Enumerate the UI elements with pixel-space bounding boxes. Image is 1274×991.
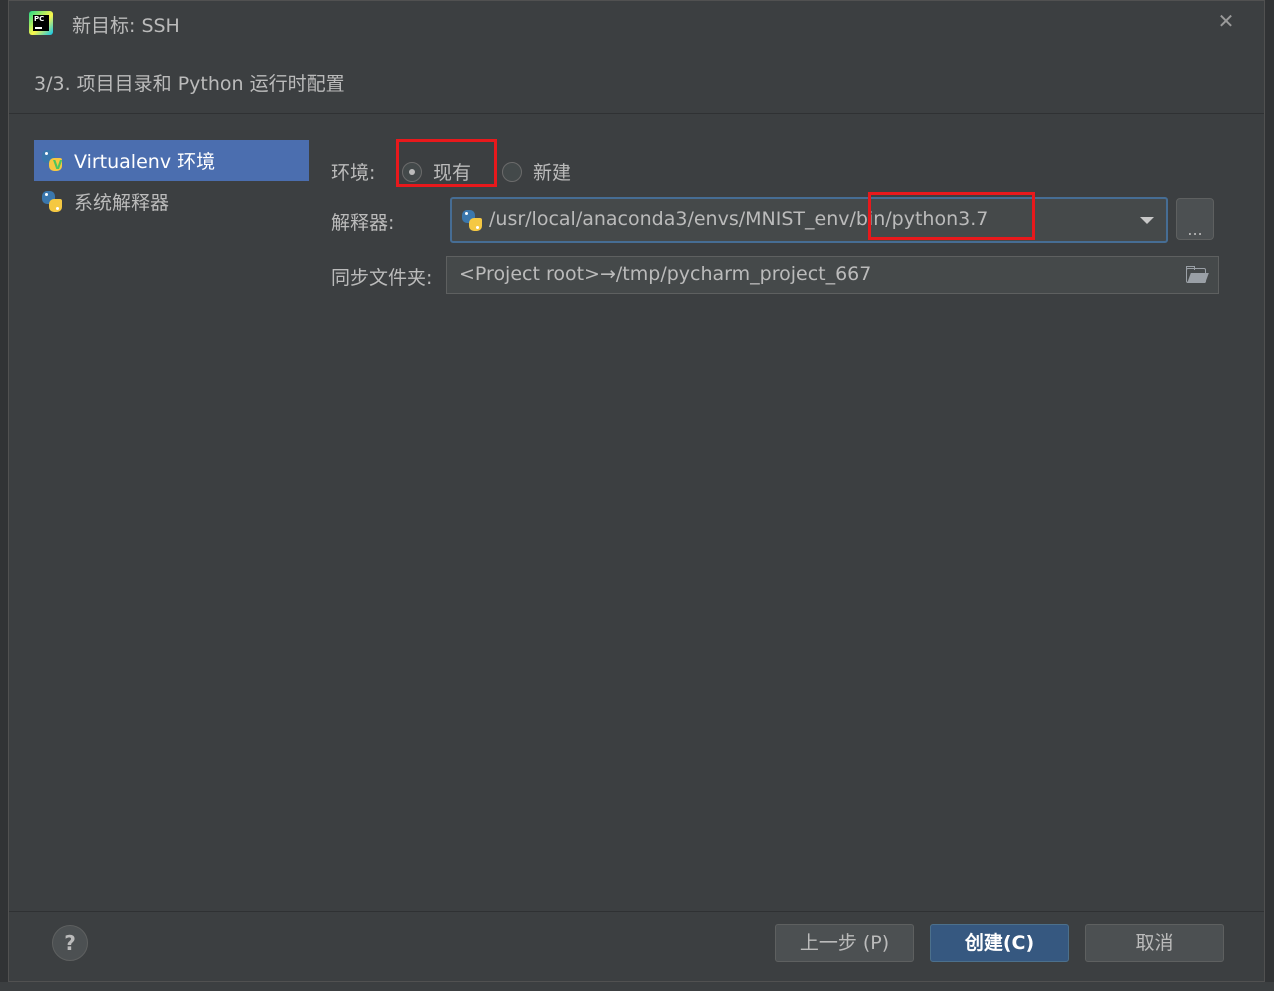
pycharm-logo-icon: PC — [29, 11, 53, 35]
sidebar-item-system-interpreter[interactable]: 系统解释器 — [34, 181, 309, 222]
python-icon — [40, 190, 64, 214]
interpreter-path-value: /usr/local/anaconda3/envs/MNIST_env/bin/… — [489, 208, 989, 230]
interpreter-type-list: V Virtualenv 环境 系统解释器 — [34, 140, 309, 222]
dropdown-arrow-icon[interactable] — [1140, 217, 1154, 224]
python-venv-icon: V — [40, 149, 64, 173]
step-header: 3/3. 项目目录和 Python 运行时配置 — [9, 47, 1264, 114]
dialog-footer: ? 上一步 (P) 创建(C) 取消 — [9, 911, 1264, 983]
create-button[interactable]: 创建(C) — [930, 924, 1069, 962]
sync-folders-value: <Project root>→/tmp/pycharm_project_667 — [459, 263, 872, 285]
radio-new-circle[interactable] — [502, 161, 522, 182]
new-target-ssh-dialog: PC 新目标: SSH ✕ 3/3. 项目目录和 Python 运行时配置 V … — [8, 0, 1265, 982]
radio-new[interactable]: 新建 — [502, 158, 571, 185]
sidebar-item-virtualenv[interactable]: V Virtualenv 环境 — [34, 140, 309, 181]
help-button[interactable]: ? — [52, 925, 88, 961]
environment-label: 环境: — [331, 162, 376, 184]
radio-existing-label: 现有 — [433, 162, 472, 184]
folder-open-icon[interactable] — [1186, 266, 1209, 284]
sync-folders-label: 同步文件夹: — [331, 267, 433, 289]
dialog-title: 新目标: SSH — [72, 15, 180, 37]
sync-folders-field[interactable]: <Project root>→/tmp/pycharm_project_667 — [446, 256, 1219, 294]
step-title: 3/3. 项目目录和 Python 运行时配置 — [34, 73, 345, 95]
radio-new-label: 新建 — [533, 162, 572, 184]
sidebar-item-label: Virtualenv 环境 — [74, 151, 216, 173]
dialog-titlebar: PC 新目标: SSH ✕ — [9, 1, 1264, 47]
interpreter-label: 解释器: — [331, 212, 395, 234]
radio-existing-circle[interactable] — [402, 161, 422, 182]
previous-button[interactable]: 上一步 (P) — [775, 924, 914, 962]
ide-bottom-strip — [0, 982, 1274, 991]
sidebar-item-label: 系统解释器 — [74, 192, 170, 214]
close-button[interactable]: ✕ — [1214, 9, 1238, 33]
cancel-button[interactable]: 取消 — [1085, 924, 1224, 962]
browse-button-label: ... — [1187, 220, 1203, 239]
interpreter-combobox[interactable]: /usr/local/anaconda3/envs/MNIST_env/bin/… — [450, 197, 1168, 243]
radio-existing[interactable]: 现有 — [402, 158, 471, 185]
browse-interpreter-button[interactable]: ... — [1176, 198, 1214, 240]
python-icon — [460, 209, 484, 233]
ide-right-strip — [1264, 0, 1274, 991]
